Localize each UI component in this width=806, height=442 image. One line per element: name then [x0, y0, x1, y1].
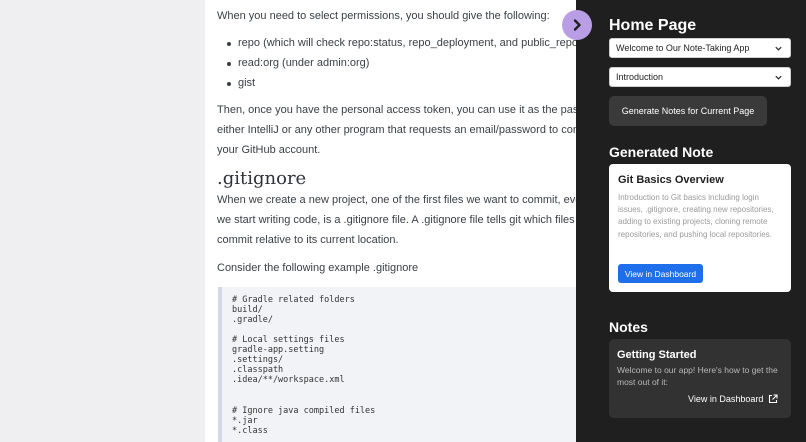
chevron-down-icon	[775, 75, 782, 80]
document-page: When you need to select permissions, you…	[205, 0, 576, 442]
bullet-icon	[227, 42, 231, 46]
paragraph-text: we start writing code, is a .gitignore f…	[217, 214, 576, 226]
list-item: read:org (under admin:org)	[238, 57, 370, 69]
paragraph-line: Then, once you have the personal access …	[217, 104, 576, 116]
link-label: View in Dashboard	[688, 394, 764, 404]
paragraph-line: we start writing code, is a .gitignore f…	[217, 214, 576, 226]
code-line: *.jar	[232, 416, 258, 426]
code-line: gradle-app.setting	[232, 345, 325, 355]
code-line: # Gradle related folders	[232, 295, 355, 305]
generated-note-heading: Generated Note	[609, 144, 714, 160]
section-heading: .gitignore	[217, 168, 307, 189]
generated-note-card: Git Basics Overview Introduction to Git …	[609, 164, 791, 292]
notes-heading: Notes	[609, 319, 648, 335]
code-line: .classpath	[232, 365, 284, 375]
list-item: repo (which will check repo:status, repo…	[238, 37, 576, 49]
note-card[interactable]: Getting Started Welcome to our app! Here…	[609, 339, 791, 418]
code-line: .settings/	[232, 355, 284, 365]
code-line: # Local settings files	[232, 335, 345, 345]
chevron-down-icon	[775, 46, 782, 51]
code-line: *.class	[232, 426, 268, 436]
section-select-value: Introduction	[616, 72, 664, 82]
bullet-icon	[227, 82, 231, 86]
code-line: # Ignore java compiled files	[232, 406, 376, 416]
note-description: Welcome to our app! Here's how to get th…	[617, 365, 778, 387]
generated-note-description: Introduction to Git basics including log…	[618, 193, 774, 239]
paragraph-line: commit relative to its current location.	[217, 234, 399, 246]
paragraph-line: When we create a new project, one of the…	[217, 194, 576, 206]
view-in-dashboard-link[interactable]: View in Dashboard	[688, 394, 778, 404]
paragraph-line: your GitHub account.	[217, 144, 321, 156]
bullet-icon	[227, 62, 231, 66]
list-item: gist	[238, 77, 256, 89]
section-select[interactable]: Introduction	[609, 67, 791, 87]
page-select-value: Welcome to Our Note-Taking App	[616, 43, 750, 53]
view-in-dashboard-button[interactable]: View in Dashboard	[618, 264, 703, 283]
side-panel: Home Page Welcome to Our Note-Taking App…	[576, 0, 806, 442]
code-line: .idea/**/workspace.xml	[232, 375, 345, 385]
page-select[interactable]: Welcome to Our Note-Taking App	[609, 38, 791, 58]
chevron-right-icon	[573, 19, 581, 31]
paragraph-line: Consider the following example .gitignor…	[217, 262, 419, 274]
external-link-icon	[769, 394, 778, 404]
paragraph-line: either IntelliJ or any other program tha…	[217, 124, 576, 136]
generate-notes-button[interactable]: Generate Notes for Current Page	[609, 96, 767, 126]
panel-title: Home Page	[609, 17, 697, 34]
code-block: # Gradle related folders build/ .gradle/…	[218, 287, 576, 442]
note-title: Getting Started	[617, 349, 697, 361]
panel-toggle-button[interactable]	[562, 10, 592, 40]
code-line: .gradle/	[232, 315, 273, 325]
intro-text: When you need to select permissions, you…	[217, 10, 550, 22]
generated-note-title: Git Basics Overview	[618, 174, 724, 186]
code-line: build/	[232, 305, 263, 315]
